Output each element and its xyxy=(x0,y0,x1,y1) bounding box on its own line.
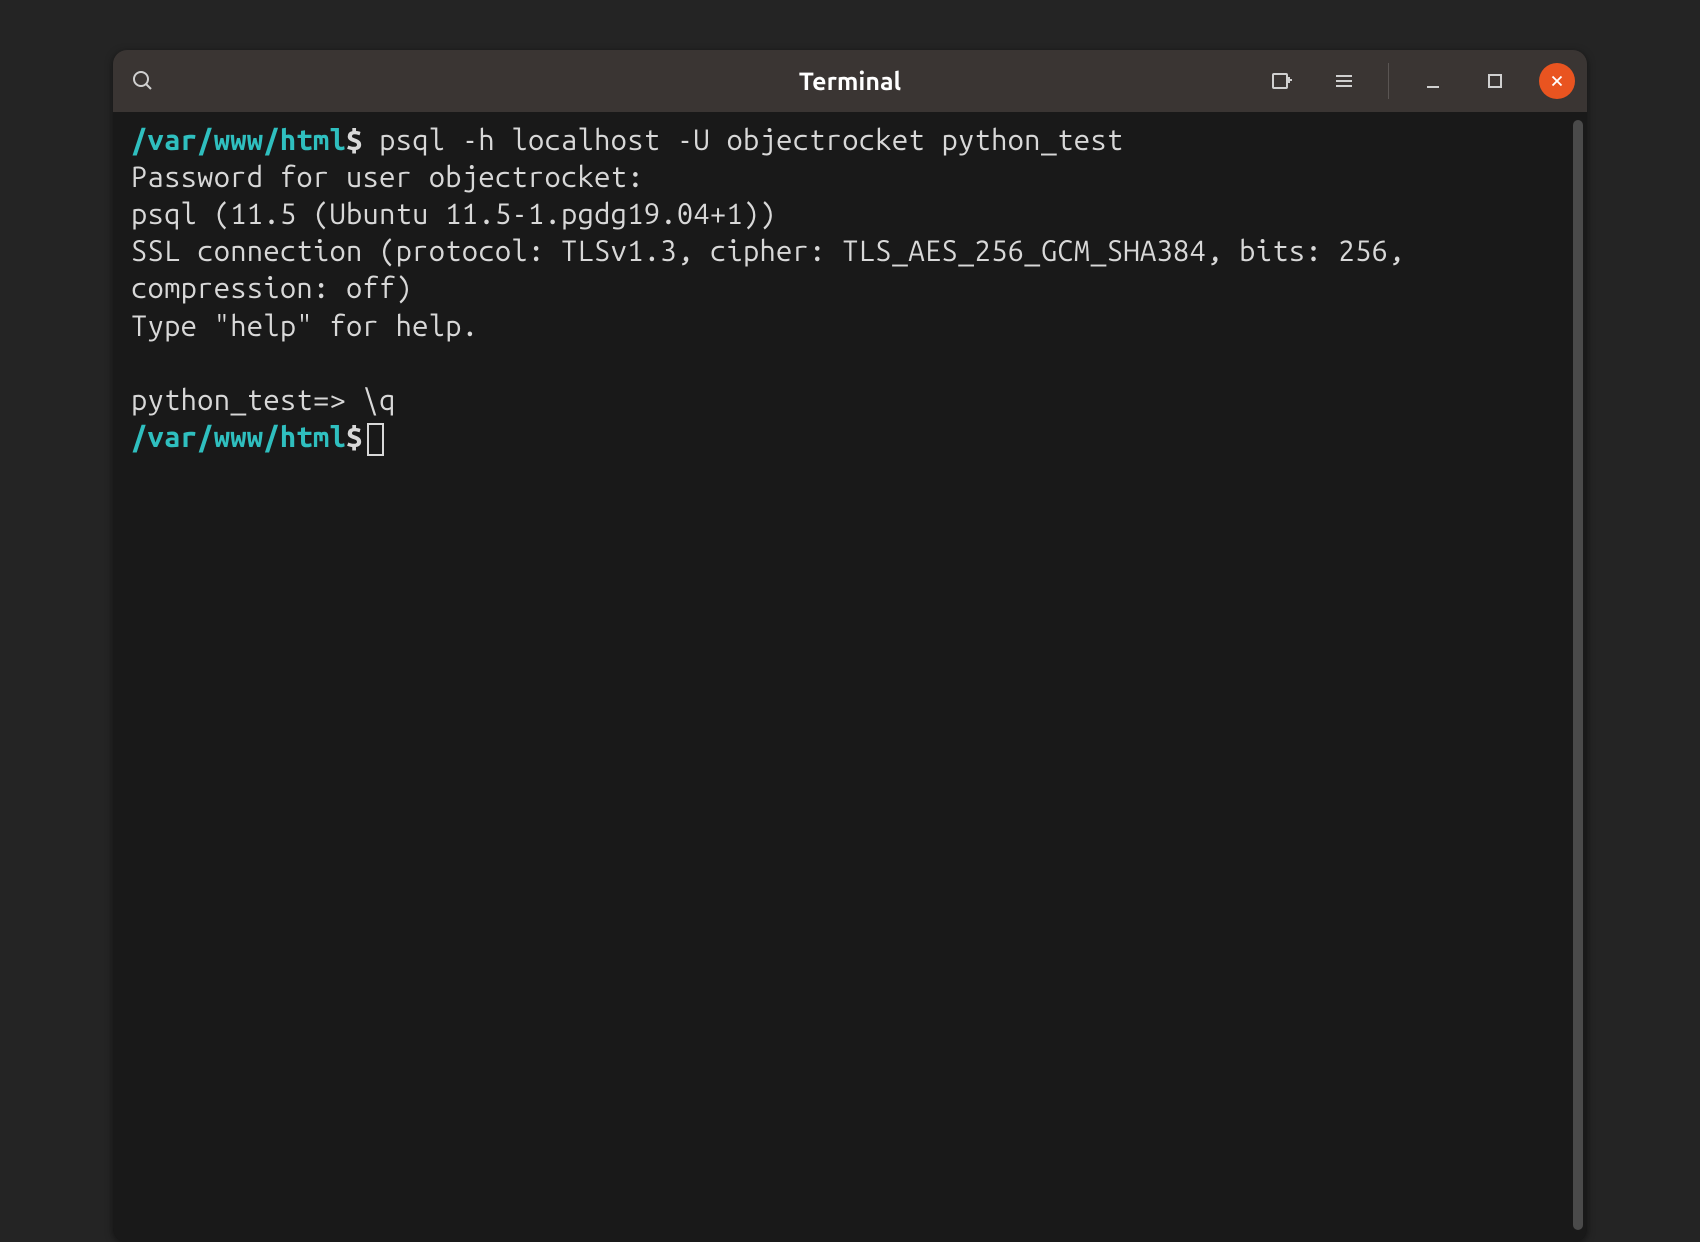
cursor xyxy=(367,423,384,456)
terminal-output-line xyxy=(131,345,1569,382)
prompt-dollar: $ xyxy=(346,421,363,453)
prompt-path: /var/www/html xyxy=(131,124,346,156)
terminal-window: Terminal xyxy=(113,50,1587,1242)
divider xyxy=(1388,63,1389,99)
minimize-button[interactable] xyxy=(1415,63,1451,99)
maximize-button[interactable] xyxy=(1477,63,1513,99)
terminal-output-line: Password for user objectrocket: xyxy=(131,159,1569,196)
scrollbar[interactable] xyxy=(1573,120,1583,1230)
terminal-body[interactable]: /var/www/html$ psql -h localhost -U obje… xyxy=(113,112,1587,1242)
prompt-dollar: $ xyxy=(346,124,363,156)
terminal-output-line: python_test=> \q xyxy=(131,382,1569,419)
titlebar: Terminal xyxy=(113,50,1587,112)
command-text: psql -h localhost -U objectrocket python… xyxy=(363,124,1124,156)
search-icon[interactable] xyxy=(125,63,161,99)
terminal-content: /var/www/html$ psql -h localhost -U obje… xyxy=(131,122,1569,456)
window-title: Terminal xyxy=(799,67,901,95)
terminal-output-line: Type "help" for help. xyxy=(131,308,1569,345)
prompt-path: /var/www/html xyxy=(131,421,346,453)
hamburger-menu-icon[interactable] xyxy=(1326,63,1362,99)
terminal-output-line: psql (11.5 (Ubuntu 11.5-1.pgdg19.04+1)) xyxy=(131,196,1569,233)
new-tab-icon[interactable] xyxy=(1264,63,1300,99)
close-button[interactable] xyxy=(1539,63,1575,99)
terminal-output-line: SSL connection (protocol: TLSv1.3, ciphe… xyxy=(131,233,1569,307)
